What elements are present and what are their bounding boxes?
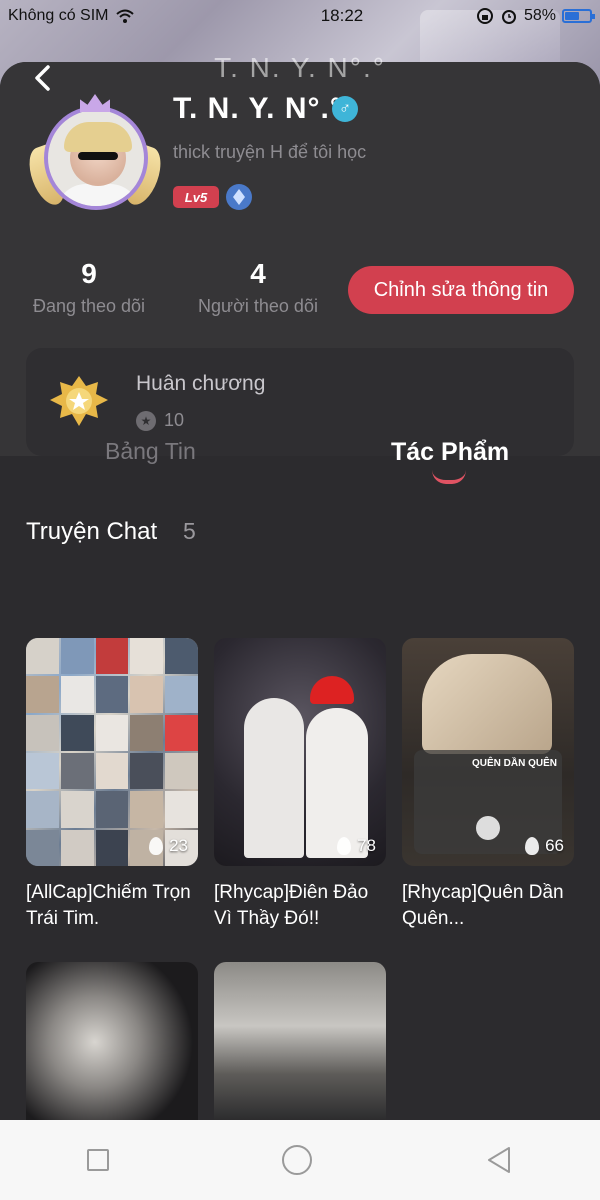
collage-tile (165, 676, 198, 713)
story-card[interactable]: 23 [AllCap]Chiếm Trọn Trái Tim. (26, 638, 198, 932)
collage-tile (60, 714, 94, 751)
user-name: T. N. Y. N°.° (173, 92, 343, 125)
collage-tile (26, 752, 59, 790)
collage-tile (95, 829, 129, 866)
story-views-count: 66 (545, 836, 564, 855)
collage-tile (95, 638, 129, 675)
collage-tile (95, 676, 129, 713)
avatar[interactable] (22, 94, 168, 226)
story-title: [Rhycap]Điên Đảo Vì Thầy Đó!! (214, 882, 369, 929)
story-thumbnail-collage (26, 638, 198, 866)
star-icon: ★ (136, 410, 156, 431)
level-badge: Lv5 (173, 186, 219, 208)
followers-stat[interactable]: 4 Người theo dõi (190, 258, 326, 317)
medal-count: ★ 10 (136, 410, 184, 431)
medal-count-value: 10 (164, 410, 185, 430)
story-views: 78 (337, 836, 376, 856)
collage-tile (60, 752, 94, 790)
collage-tile (60, 638, 94, 675)
pause-icon (476, 816, 500, 840)
collage-tile (165, 714, 198, 751)
story-card[interactable]: 78 [Rhycap]Điên Đảo Vì Thầy Đó!! (214, 638, 386, 932)
collage-tile (95, 714, 129, 751)
collage-tile (26, 714, 59, 751)
fire-icon (525, 837, 540, 855)
fire-icon (337, 837, 352, 855)
collage-tile (60, 829, 94, 866)
carrier-label: Không có SIM (8, 7, 109, 24)
collage-tile (165, 752, 198, 790)
battery-icon (562, 9, 595, 23)
collage-tile (130, 638, 164, 675)
diamond-badge-icon (226, 184, 252, 210)
followers-count: 4 (250, 258, 266, 289)
avatar-image (44, 106, 148, 210)
section-title: Truyện Chat (26, 518, 158, 545)
status-bar: Không có SIM 18:22 58% (0, 0, 600, 32)
square-icon[interactable] (86, 1149, 109, 1171)
collage-tile (95, 791, 129, 828)
collage-tile (165, 791, 198, 828)
story-thumbnail: QUÊN DẦN QUÊN 66 (402, 638, 574, 866)
story-title: [Rhycap]Quên Dần Quên... (402, 882, 564, 929)
circle-icon[interactable] (281, 1145, 312, 1175)
collage-tile (95, 752, 129, 790)
collage-tile (26, 791, 59, 828)
story-views-count: 78 (357, 836, 376, 855)
system-navigation-bar (0, 1120, 600, 1200)
story-thumbnail (214, 962, 386, 1122)
santa-hat-image (310, 676, 354, 704)
story-thumbnail (26, 962, 198, 1122)
medal-title: Huân chương (136, 372, 266, 395)
fire-icon (149, 837, 164, 855)
header-title: T. N. Y. N°.° (214, 52, 386, 83)
story-views: 66 (525, 836, 564, 856)
triangle-back-icon[interactable] (485, 1145, 513, 1175)
profile-tabs: Bảng Tin Tác Phẩm (0, 430, 600, 490)
crown-icon (80, 94, 110, 112)
battery-percent: 58% (523, 7, 556, 24)
collage-tile (60, 791, 94, 828)
following-stat[interactable]: 9 Đang theo dõi (24, 258, 154, 317)
tab-news-feed[interactable]: Bảng Tin (105, 438, 196, 465)
story-card[interactable] (26, 962, 198, 1122)
alarm-icon (501, 10, 516, 24)
story-views-count: 23 (169, 836, 188, 855)
tab-works[interactable]: Tác Phẩm (391, 438, 509, 467)
story-card[interactable]: QUÊN DẦN QUÊN 66 [Rhycap]Quên Dần Quên..… (402, 638, 574, 932)
story-thumbnail: 78 (214, 638, 386, 866)
male-icon: ♂ (332, 96, 358, 122)
collage-tile (60, 676, 94, 713)
collage-tile (130, 752, 164, 790)
section-count: 5 (183, 518, 196, 544)
collage-tile (26, 829, 59, 866)
collage-tile (130, 714, 164, 751)
medal-icon (50, 376, 108, 426)
edit-profile-button[interactable]: Chỉnh sửa thông tin (348, 266, 574, 314)
collage-tile (26, 638, 59, 675)
followers-label: Người theo dõi (198, 296, 318, 316)
collage-tile (130, 676, 164, 713)
story-thumbnail: 23 (26, 638, 198, 866)
collage-tile (26, 676, 59, 713)
battery-level (565, 12, 579, 20)
active-tab-indicator (432, 470, 466, 484)
clock: 18:22 (320, 6, 364, 25)
wifi-icon (115, 9, 134, 23)
user-bio: thick truyện H để tôi học (173, 142, 367, 162)
story-views: 23 (149, 836, 188, 856)
music-player-title: QUÊN DẦN QUÊN (472, 758, 558, 769)
story-title: [AllCap]Chiếm Trọn Trái Tim. (26, 882, 191, 929)
following-label: Đang theo dõi (32, 296, 146, 316)
collage-tile (165, 638, 198, 675)
rotation-lock-icon (476, 8, 493, 24)
following-count: 9 (81, 258, 97, 289)
collage-tile (130, 791, 164, 828)
story-card[interactable] (214, 962, 386, 1122)
